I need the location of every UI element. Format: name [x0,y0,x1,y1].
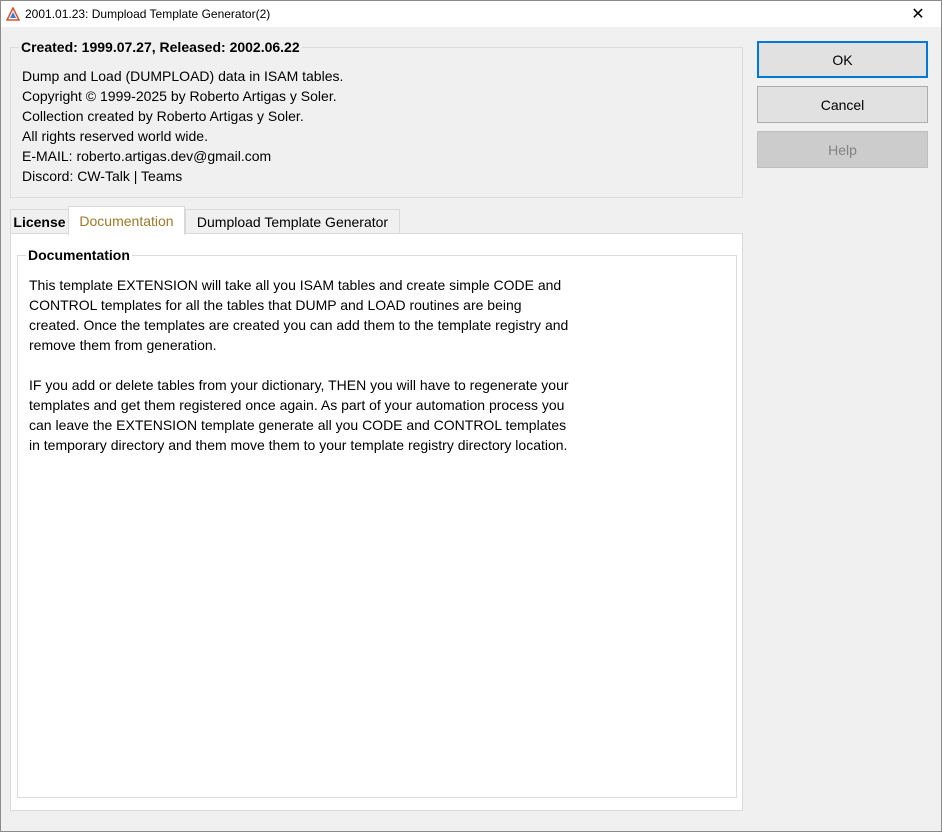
ok-button[interactable]: OK [757,41,928,78]
dialog-window: 2001.01.23: Dumpload Template Generator(… [0,0,942,832]
tab-panel: Documentation This template EXTENSION wi… [10,233,743,811]
info-legend: Created: 1999.07.27, Released: 2002.06.2… [19,39,302,55]
info-line: E-MAIL: roberto.artigas.dev@gmail.com [22,148,272,164]
info-line: Collection created by Roberto Artigas y … [22,108,304,124]
documentation-paragraph: IF you add or delete tables from your di… [29,377,569,453]
info-line: All rights reserved world wide. [22,128,208,144]
tab-dumpload-template-generator[interactable]: Dumpload Template Generator [185,209,400,234]
info-line: Dump and Load (DUMPLOAD) data in ISAM ta… [22,68,344,84]
close-button[interactable]: ✕ [895,1,941,27]
documentation-legend: Documentation [26,247,132,263]
documentation-paragraph: This template EXTENSION will take all yo… [29,277,569,353]
cancel-button[interactable]: Cancel [757,86,928,123]
tab-license[interactable]: License [10,209,69,234]
tab-documentation[interactable]: Documentation [68,206,185,235]
info-lines: Dump and Load (DUMPLOAD) data in ISAM ta… [22,66,343,186]
info-line: Discord: CW-Talk | Teams [22,168,183,184]
title-bar[interactable]: 2001.01.23: Dumpload Template Generator(… [1,1,941,27]
documentation-text: This template EXTENSION will take all yo… [29,275,569,475]
app-icon [5,6,21,21]
close-icon: ✕ [911,6,925,23]
info-group: Created: 1999.07.27, Released: 2002.06.2… [10,39,743,198]
documentation-group: Documentation This template EXTENSION wi… [17,247,737,798]
help-button[interactable]: Help [757,131,928,168]
window-title: 2001.01.23: Dumpload Template Generator(… [25,7,271,21]
info-line: Copyright © 1999-2025 by Roberto Artigas… [22,88,337,104]
